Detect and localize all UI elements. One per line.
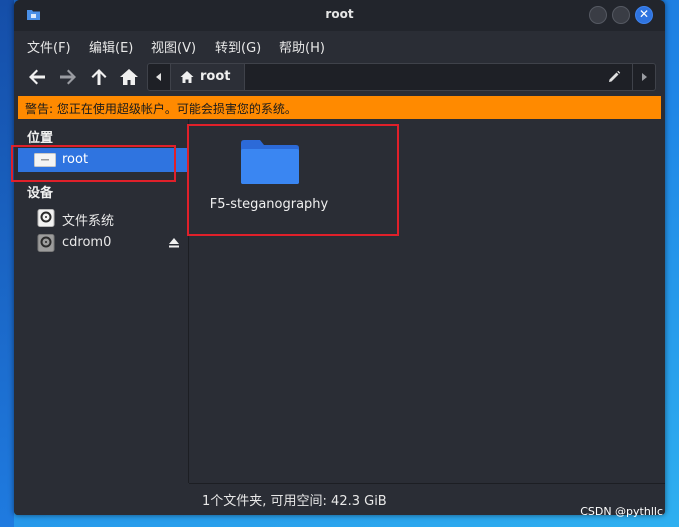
- up-arrow-icon[interactable]: [87, 65, 111, 89]
- eject-icon[interactable]: [168, 237, 180, 249]
- forward-arrow-icon[interactable]: [56, 65, 80, 89]
- minimize-button[interactable]: [589, 6, 607, 24]
- back-arrow-icon[interactable]: [25, 65, 49, 89]
- edit-pencil-icon[interactable]: [607, 70, 621, 84]
- home-icon[interactable]: [117, 65, 141, 89]
- sidebar-item-label: cdrom0: [62, 235, 112, 250]
- sidebar-heading-places: 位置: [27, 131, 54, 146]
- location-bar[interactable]: root: [147, 63, 656, 91]
- close-button[interactable]: ✕: [635, 6, 653, 24]
- file-manager-window: root ✕ 文件(F) 编辑(E) 视图(V) 转到(G) 帮助(H) roo…: [14, 0, 665, 515]
- menu-edit[interactable]: 编辑(E): [89, 37, 133, 56]
- menu-bar: 文件(F) 编辑(E) 视图(V) 转到(G) 帮助(H): [14, 31, 665, 59]
- menu-go[interactable]: 转到(G): [215, 37, 261, 56]
- sidebar-heading-devices: 设备: [27, 186, 54, 201]
- harddisk-icon: [37, 209, 55, 227]
- menu-file[interactable]: 文件(F): [27, 37, 71, 56]
- status-text: 1个文件夹, 可用空间: 42.3 GiB: [202, 494, 387, 509]
- menu-view[interactable]: 视图(V): [151, 37, 196, 56]
- sidebar-item-label: 文件系统: [62, 214, 115, 229]
- superuser-warning-bar: 警告: 您正在使用超级帐户。可能会损害您的系统。: [18, 96, 661, 119]
- breadcrumb-root-label: root: [200, 69, 231, 84]
- close-icon: ✕: [638, 7, 650, 21]
- home-icon: [180, 71, 194, 83]
- desktop-background: [0, 0, 14, 527]
- sidebar-item-filesystem[interactable]: 文件系统: [18, 206, 188, 230]
- toolbar: root: [14, 59, 665, 95]
- breadcrumb-root[interactable]: root: [171, 64, 245, 90]
- menu-help[interactable]: 帮助(H): [279, 37, 325, 56]
- statusbar-sidebar-area: [14, 483, 189, 515]
- optical-disc-icon: [37, 234, 55, 252]
- chevron-right-icon[interactable]: [632, 64, 655, 90]
- annotation-highlight-folder: [187, 124, 399, 236]
- warning-text: 警告: 您正在使用超级帐户。可能会损害您的系统。: [25, 102, 297, 116]
- annotation-highlight-root: [11, 145, 176, 182]
- maximize-button[interactable]: [612, 6, 630, 24]
- watermark: CSDN @pythllc: [580, 505, 663, 518]
- window-title: root: [325, 7, 354, 21]
- title-bar[interactable]: root ✕: [14, 0, 665, 31]
- chevron-left-icon[interactable]: [148, 64, 171, 90]
- sidebar-item-cdrom[interactable]: cdrom0: [18, 231, 188, 255]
